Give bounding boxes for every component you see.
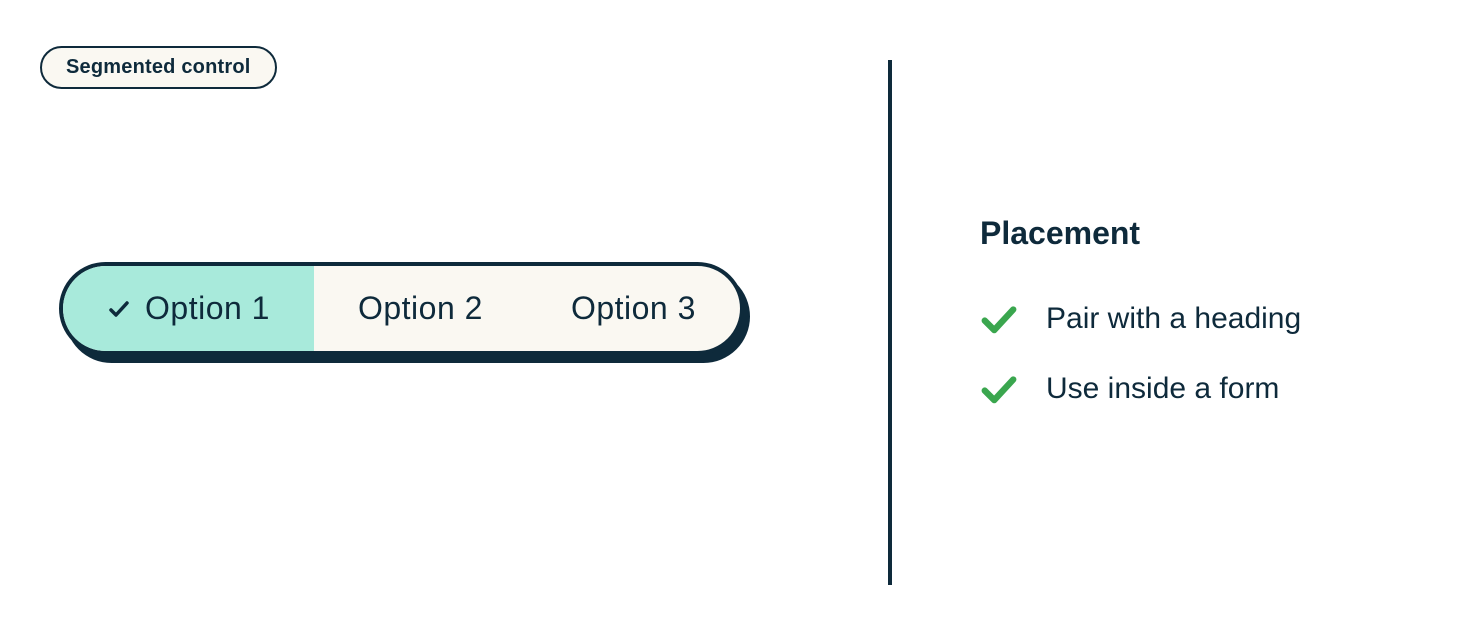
- segment-option-3[interactable]: Option 3: [527, 266, 740, 351]
- component-badge-label: Segmented control: [66, 56, 251, 78]
- check-icon: [980, 370, 1018, 408]
- segmented-control: Option 1 Option 2 Option 3: [59, 262, 744, 355]
- segmented-control-shadow: Option 1 Option 2 Option 3: [65, 270, 750, 363]
- info-list: Pair with a heading Use inside a form: [980, 300, 1301, 408]
- check-icon: [107, 297, 131, 321]
- vertical-divider: [888, 60, 892, 585]
- info-heading: Placement: [980, 215, 1301, 252]
- segment-label: Option 3: [571, 290, 696, 327]
- check-icon: [980, 300, 1018, 338]
- component-badge: Segmented control: [40, 46, 277, 89]
- segment-option-1[interactable]: Option 1: [63, 266, 314, 351]
- segment-label: Option 1: [145, 290, 270, 327]
- info-item-text: Use inside a form: [1046, 372, 1279, 406]
- segmented-control-wrapper: Option 1 Option 2 Option 3: [65, 270, 750, 363]
- info-item: Pair with a heading: [980, 300, 1301, 338]
- info-panel: Placement Pair with a heading Use inside…: [980, 215, 1301, 408]
- info-item-text: Pair with a heading: [1046, 302, 1301, 336]
- segment-option-2[interactable]: Option 2: [314, 266, 527, 351]
- segment-label: Option 2: [358, 290, 483, 327]
- info-item: Use inside a form: [980, 370, 1301, 408]
